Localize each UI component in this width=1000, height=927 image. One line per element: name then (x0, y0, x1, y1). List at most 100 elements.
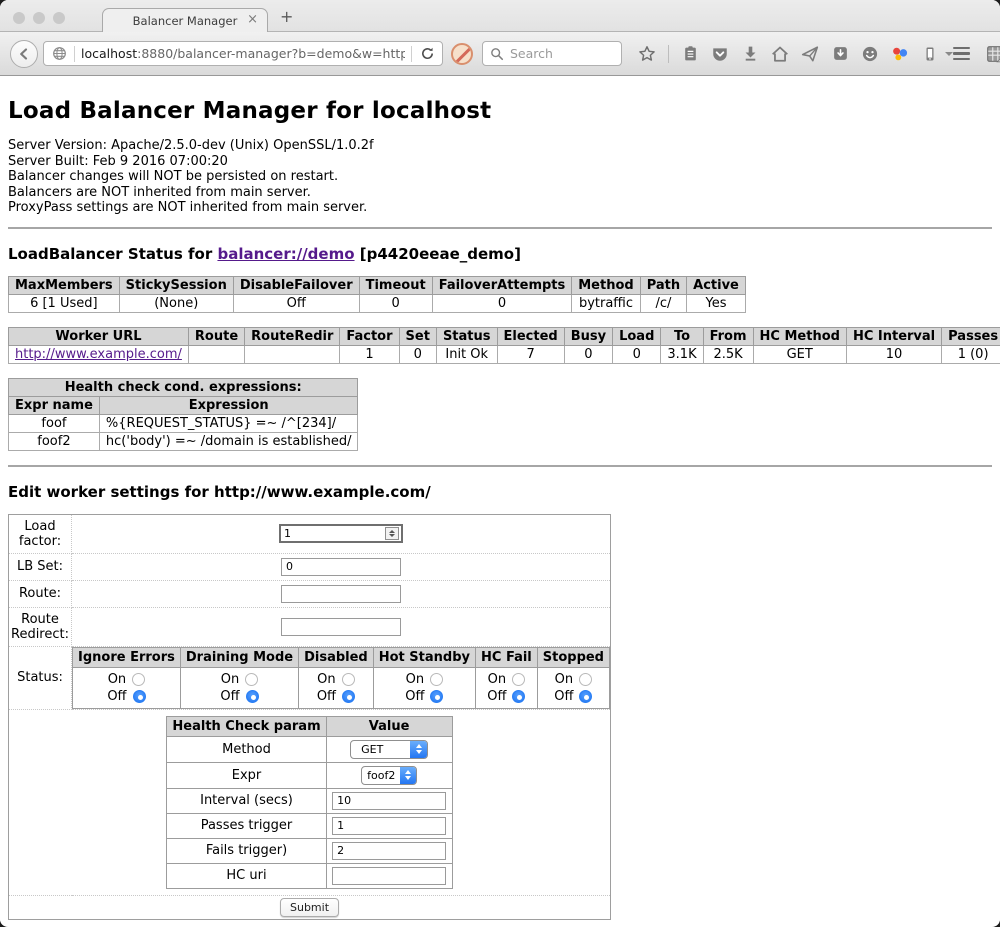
hc-interval-input[interactable] (332, 792, 446, 810)
col-maxmembers: MaxMembers (9, 276, 120, 294)
search-bar[interactable]: Search (482, 41, 622, 66)
divider (8, 465, 992, 467)
hot-standby-on-radio[interactable] (430, 673, 443, 686)
radio-off-label: Off (554, 689, 573, 704)
stopped-off-radio[interactable] (579, 690, 592, 703)
hc-row-interval: Interval (secs) (167, 788, 452, 813)
worker-url-link[interactable]: http://www.example.com/ (15, 347, 182, 362)
hc-row-expr: Expr foof2 (167, 762, 452, 788)
tab-close-icon[interactable]: × (247, 12, 258, 28)
cell-routeredir (245, 345, 340, 363)
lb-set-input[interactable] (281, 558, 401, 576)
persist-note-line: Balancer changes will NOT be persisted o… (8, 169, 992, 185)
hc-uri-input[interactable] (332, 867, 446, 885)
col-hc-method: HC Method (753, 327, 846, 345)
stopped-on-radio[interactable] (579, 673, 592, 686)
cell-set: 0 (399, 345, 436, 363)
hc-expressions-title: Health check cond. expressions: (9, 378, 358, 396)
col-stopped: Stopped (537, 647, 609, 667)
hc-fail-on-radio[interactable] (512, 673, 525, 686)
pocket-icon[interactable] (711, 45, 729, 63)
heading-prefix: LoadBalancer Status for (8, 245, 217, 263)
download-icon[interactable] (741, 45, 759, 63)
block-icon[interactable] (451, 43, 473, 65)
route-redirect-input[interactable] (281, 618, 401, 636)
cell-status: Init Ok (436, 345, 497, 363)
zoom-window-button[interactable] (53, 12, 65, 24)
url-bar[interactable]: localhost:8880/balancer-manager?b=demo&w… (43, 41, 443, 66)
radio-off-label: Off (487, 689, 506, 704)
status-label: Status: (9, 646, 72, 709)
status-header-row: Ignore Errors Draining Mode Disabled Hot… (73, 647, 610, 667)
hc-expr-select[interactable]: foof2 (361, 766, 417, 785)
draining-mode-off-radio[interactable] (246, 690, 259, 703)
forget-smiley-icon[interactable] (861, 45, 879, 63)
heading-suffix: [p4420eeae_demo] (355, 245, 521, 263)
hc-passes-input[interactable] (332, 817, 446, 835)
search-icon (490, 47, 504, 61)
cell-maxmembers: 6 [1 Used] (9, 294, 120, 312)
col-busy: Busy (564, 327, 612, 345)
cell-disablefailover: Off (233, 294, 359, 312)
col-hc-fail: HC Fail (476, 647, 538, 667)
back-button[interactable] (10, 40, 38, 68)
home-icon[interactable] (771, 45, 789, 63)
hc-method-select[interactable]: GET (350, 740, 428, 759)
send-tab-icon[interactable] (801, 45, 819, 63)
cell-active: Yes (687, 294, 746, 312)
bookmark-star-icon[interactable] (638, 45, 656, 63)
status-radio-row: On Off On Off On Off (73, 667, 610, 708)
url-host: localhost (81, 46, 137, 61)
draining-mode-on-radio[interactable] (245, 673, 258, 686)
load-factor-input[interactable]: 1 (279, 524, 403, 543)
close-window-button[interactable] (13, 12, 25, 24)
window-controls[interactable] (13, 12, 65, 24)
minimize-window-button[interactable] (33, 12, 45, 24)
device-icon[interactable] (921, 45, 939, 63)
cell-hc-interval: 10 (846, 345, 941, 363)
reading-list-icon[interactable] (681, 45, 699, 63)
cell-path: /c/ (640, 294, 686, 312)
hc-fails-input[interactable] (332, 842, 446, 860)
hc-method-label: Method (167, 736, 326, 762)
table-header-row: Worker URL Route RouteRedir Factor Set S… (9, 327, 1000, 345)
reload-icon[interactable] (418, 45, 436, 63)
disabled-off-radio[interactable] (342, 690, 355, 703)
hot-standby-off-radio[interactable] (430, 690, 443, 703)
col-disablefailover: DisableFailover (233, 276, 359, 294)
menu-icon[interactable] (953, 47, 970, 61)
col-routeredir: RouteRedir (245, 327, 340, 345)
route-input[interactable] (281, 585, 401, 603)
navigation-toolbar: localhost:8880/balancer-manager?b=demo&w… (0, 32, 1000, 76)
ignore-errors-off-radio[interactable] (133, 690, 146, 703)
balancers-note-line: Balancers are NOT inherited from main se… (8, 185, 992, 201)
submit-button[interactable]: Submit (280, 898, 339, 917)
load-factor-label: Load factor: (9, 514, 72, 553)
hc-param-table: Health Check param Value Method GET (166, 716, 452, 889)
tab-balancer-manager[interactable]: Balancer Manager × (102, 8, 268, 32)
radio-on-label: On (406, 672, 424, 687)
hc-row-fails: Fails trigger) (167, 838, 452, 863)
hello-dots-icon[interactable] (891, 45, 909, 63)
hc-method-value: GET (351, 741, 393, 758)
extension-icon[interactable] (986, 45, 1000, 63)
chevron-down-icon[interactable] (945, 52, 953, 56)
radio-off-label: Off (220, 689, 239, 704)
col-worker-url: Worker URL (9, 327, 189, 345)
cell-failoverattempts: 0 (432, 294, 572, 312)
ignore-errors-on-radio[interactable] (132, 673, 145, 686)
col-hot-standby: Hot Standby (373, 647, 475, 667)
disabled-on-radio[interactable] (342, 673, 355, 686)
url-text[interactable]: localhost:8880/balancer-manager?b=demo&w… (81, 46, 405, 61)
loadbalancer-status-heading: LoadBalancer Status for balancer://demo … (8, 245, 992, 263)
balancer-demo-link[interactable]: balancer://demo (217, 245, 354, 263)
hc-fail-off-radio[interactable] (512, 690, 525, 703)
save-page-icon[interactable] (831, 45, 849, 63)
col-draining-mode: Draining Mode (180, 647, 298, 667)
globe-icon (50, 45, 68, 63)
number-spinner-icon[interactable] (385, 527, 399, 540)
table-header-row: MaxMembers StickySession DisableFailover… (9, 276, 746, 294)
radio-on-label: On (488, 672, 506, 687)
new-tab-button[interactable]: + (280, 7, 293, 26)
cell-expression: hc('body') =~ /domain is established/ (99, 432, 358, 450)
